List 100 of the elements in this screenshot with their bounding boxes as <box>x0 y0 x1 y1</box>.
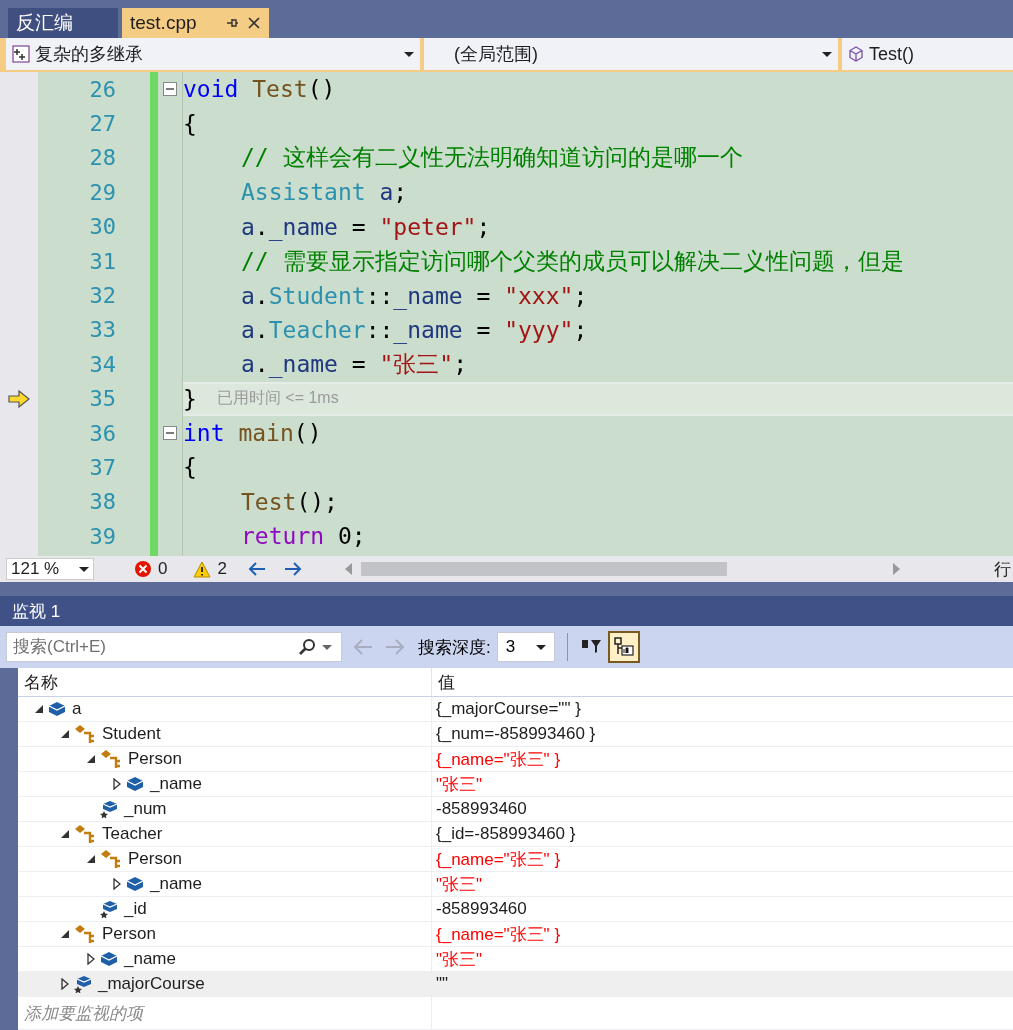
code-line: Assistant a; <box>241 179 408 206</box>
forward-arrow-icon[interactable] <box>282 561 303 577</box>
watch-value: "张三" <box>436 948 483 971</box>
cube-icon <box>848 46 864 62</box>
search-depth-label: 搜索深度: <box>418 636 491 659</box>
scrollbar-thumb[interactable] <box>360 562 728 576</box>
watch-name: a <box>72 699 82 719</box>
view-toggle-button[interactable] <box>607 631 640 663</box>
expanded-icon[interactable] <box>86 854 96 864</box>
line-number: 27 <box>89 111 116 137</box>
code-line: { <box>183 454 197 481</box>
code-line: // 需要显示指定访问哪个父类的成员可以解决二义性问题，但是 <box>241 246 904 276</box>
line-number: 37 <box>89 455 116 480</box>
warning-count: 2 <box>217 559 227 579</box>
watch-value: {_name="张三" } <box>436 923 561 946</box>
watch-name: _num <box>124 799 167 819</box>
column-header[interactable]: 名称 <box>18 668 432 696</box>
watch-row[interactable]: _majorCourse "" <box>18 972 1013 997</box>
zoom-dropdown[interactable]: 121 % <box>6 558 94 580</box>
watch-name: Student <box>102 724 161 744</box>
code-line: a._name = "张三"; <box>241 349 468 380</box>
expanded-icon[interactable] <box>86 754 96 764</box>
watch-row[interactable]: Person {_name="张三" } <box>18 847 1013 872</box>
line-number: 29 <box>89 179 116 205</box>
watch-value: {_id=-858993460 } <box>436 824 576 844</box>
expanded-icon[interactable] <box>60 729 70 739</box>
code-line: Test(); <box>241 488 338 515</box>
watch-name: _name <box>150 874 202 894</box>
watch-row[interactable]: Person {_name="张三" } <box>18 747 1013 772</box>
line-number: 32 <box>89 283 116 309</box>
collapsed-icon[interactable] <box>61 978 69 990</box>
code-line: a._name = "peter"; <box>241 213 491 240</box>
watch-row[interactable]: _id -858993460 <box>18 897 1013 922</box>
expanded-icon[interactable] <box>60 929 70 939</box>
code-line: { <box>183 110 197 137</box>
watch-value: {_num=-858993460 } <box>436 724 596 744</box>
code-line: void Test() <box>183 76 336 103</box>
watch-row[interactable]: _name "张三" <box>18 772 1013 797</box>
watch-row[interactable]: a {_majorCourse="" } <box>18 697 1013 722</box>
collapsed-icon[interactable] <box>113 878 121 890</box>
line-number: 35 <box>89 386 116 412</box>
panel-title: 监视 1 <box>0 596 1013 626</box>
code-line: a.Teacher::_name = "yyy"; <box>241 316 588 343</box>
expanded-icon[interactable] <box>34 704 44 714</box>
watch-name: _majorCourse <box>98 974 205 994</box>
line-number: 30 <box>89 214 116 240</box>
watch-row[interactable]: Person {_name="张三" } <box>18 922 1013 947</box>
code-line: int main() <box>183 420 322 447</box>
watch-row[interactable]: Teacher {_id=-858993460 } <box>18 822 1013 847</box>
document-tab[interactable]: 反汇编 <box>8 8 118 38</box>
collapse-icon[interactable] <box>163 82 177 97</box>
code-line: return 0; <box>241 523 366 550</box>
search-depth-dropdown[interactable]: 3 <box>496 632 555 662</box>
document-tab[interactable]: test.cpp <box>122 8 269 38</box>
watch-name: Person <box>102 924 156 944</box>
error-count: 0 <box>158 559 168 579</box>
collapse-icon[interactable] <box>163 426 177 441</box>
class-view-icon <box>612 636 635 658</box>
watch-value: "张三" <box>436 773 483 796</box>
watch-value: "" <box>436 974 449 994</box>
watch-row[interactable]: _num -858993460 <box>18 797 1013 822</box>
code-line: a.Student::_name = "xxx"; <box>241 282 588 309</box>
line-number: 38 <box>89 489 116 515</box>
expanded-icon[interactable] <box>60 829 70 839</box>
member-dropdown[interactable]: Test() <box>842 38 1013 70</box>
watch-row[interactable]: _name "张三" <box>18 872 1013 897</box>
line-number: 28 <box>89 145 116 171</box>
code-line: } <box>183 385 197 412</box>
elapsed-time-hint: 已用时间 <= 1ms <box>216 388 339 409</box>
scope-dropdown[interactable]: (全局范围) <box>424 38 838 70</box>
line-position-label: 行 <box>994 558 1011 581</box>
project-dropdown[interactable]: 复杂的多继承 <box>6 38 420 70</box>
column-header[interactable]: 值 <box>432 668 1013 696</box>
watch-value: {_name="张三" } <box>436 848 561 871</box>
back-arrow-icon[interactable] <box>246 561 267 577</box>
warning-icon[interactable] <box>193 560 212 578</box>
pin-icon[interactable] <box>224 16 239 30</box>
collapsed-icon[interactable] <box>113 778 121 790</box>
project-icon <box>12 45 30 63</box>
watch-value: -858993460 <box>436 899 527 919</box>
watch-name: Teacher <box>102 824 163 844</box>
watch-value: "张三" <box>436 873 483 896</box>
add-watch-field[interactable]: 添加要监视的项 <box>18 1001 143 1025</box>
line-number: 31 <box>89 248 116 274</box>
watch-row[interactable]: Student {_num=-858993460 } <box>18 722 1013 747</box>
watch-name: Person <box>128 749 182 769</box>
watch-value: -858993460 <box>436 799 527 819</box>
line-number: 39 <box>89 523 116 549</box>
close-icon[interactable] <box>246 16 261 30</box>
watch-value: {_name="张三" } <box>436 748 561 771</box>
watch-name: _name <box>150 774 202 794</box>
collapsed-icon[interactable] <box>87 953 95 965</box>
watch-name: _name <box>124 949 176 969</box>
watch-name: _id <box>124 899 147 919</box>
watch-value: {_majorCourse="" } <box>436 699 581 719</box>
line-number: 33 <box>89 317 116 343</box>
code-line: // 这样会有二义性无法明确知道访问的是哪一个 <box>241 143 743 173</box>
line-number: 36 <box>89 420 116 446</box>
error-icon[interactable] <box>134 560 152 578</box>
watch-name: Person <box>128 849 182 869</box>
